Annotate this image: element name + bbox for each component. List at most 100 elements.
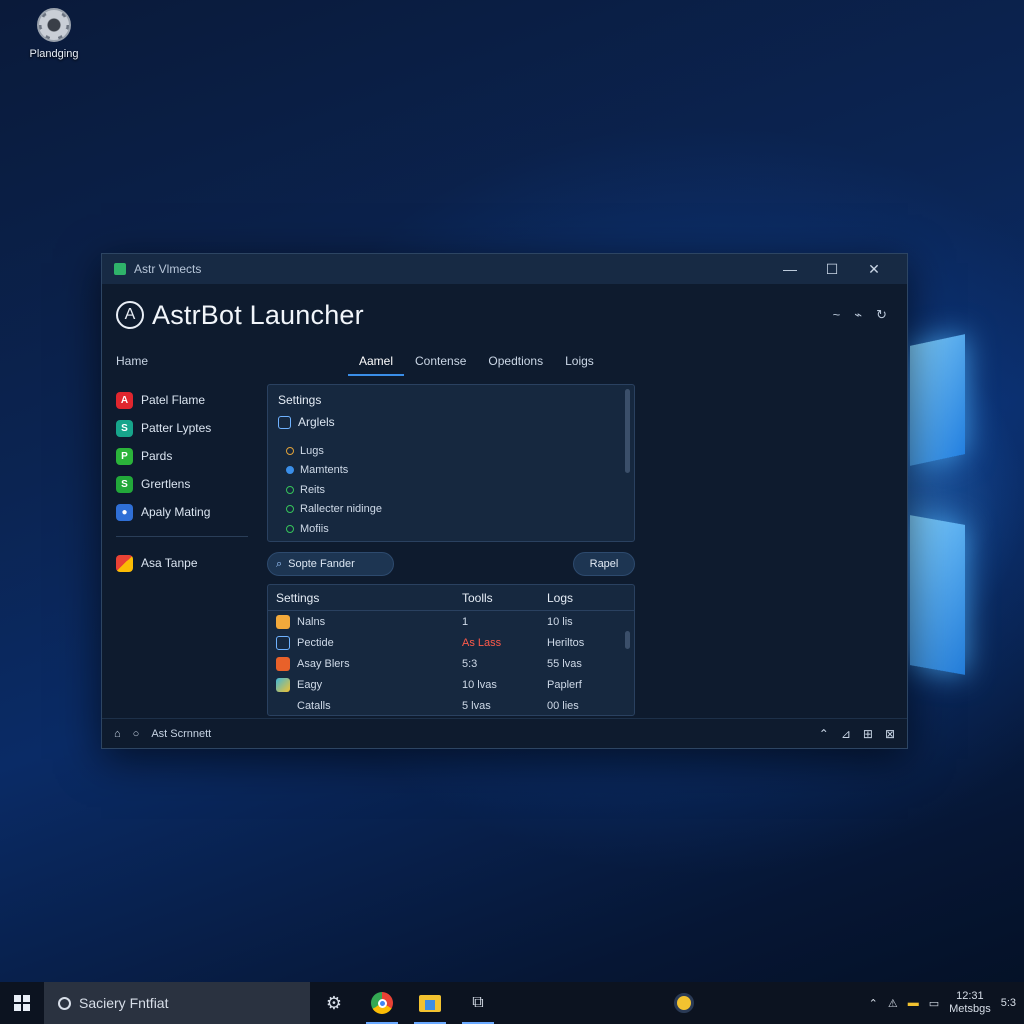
settings-item-label: Reits [300,483,326,496]
status-dot-icon [286,505,294,514]
row-tools: 10 lvas [462,678,497,691]
table-row[interactable]: Eagy 10 lvas Paplerf [268,674,634,695]
desktop-shortcut-label: Plandging [29,48,79,60]
settings-item-label: Rallecter nidinge [300,503,382,516]
tab-loigs[interactable]: Loigs [554,346,605,376]
sidebar-item-label: Patter Lyptes [141,421,212,435]
refresh-icon[interactable]: ↻ [876,307,887,323]
settings-section[interactable]: Arglels [278,415,624,429]
column-header[interactable]: Toolls [462,591,547,605]
sidebar-item-5[interactable]: ● Apaly Mating [116,498,248,526]
signal-icon[interactable]: ⊿ [841,727,851,741]
taskbar-chrome[interactable] [358,982,406,1024]
clock-date: Metsbgs [949,1003,991,1015]
status-dot-icon [286,485,294,494]
search-icon: ⌕ [276,557,283,570]
app-header: A AstrBot Launcher ~ ⌁ ↻ [102,284,907,346]
row-name: Catalls [297,699,331,712]
tray-extra[interactable]: 5:3 [1001,997,1016,1009]
sidebar-item-4[interactable]: S Grertlens [116,470,248,498]
tab-contense[interactable]: Contense [404,346,477,376]
column-header[interactable]: Logs [547,591,627,605]
chevron-up-icon[interactable]: ⌃ [819,727,829,741]
sidebar-item-2[interactable]: S Patter Lyptes [116,414,248,442]
search-label: Sopte Fander [288,558,355,570]
table-row[interactable]: Pectide As Lass Heriltos [268,632,634,653]
table-scrollbar[interactable] [625,631,630,649]
row-tools: 1 [462,615,469,628]
tab-aamel[interactable]: Aamel [348,346,405,376]
close-button[interactable]: ✕ [853,261,895,278]
settings-item[interactable]: Reits [278,480,624,500]
sidebar-item-1[interactable]: A Patel Flame [116,386,248,414]
settings-item[interactable]: Lugs [278,441,624,461]
settings-item[interactable]: Mamtents [278,461,624,481]
row-logs: 00 lies [547,699,579,712]
sidebar-divider [116,536,248,537]
warning-icon[interactable]: ⚠ [888,997,898,1010]
reset-button[interactable]: Rapel [573,552,635,576]
row-tools: 5:3 [462,657,478,670]
data-table: Settings Toolls Logs Nalns 1 10 lis Pect… [267,584,635,716]
battery-icon[interactable]: ▬ [908,997,919,1009]
settings-item-label: Lugs [300,444,324,457]
table-row[interactable]: Asay Blers 5:3 55 lvas [268,653,634,674]
blue-app-icon: ● [116,503,133,521]
table-row[interactable]: Nalns 1 10 lis [268,611,634,632]
settings-item[interactable]: Mofiis [278,519,624,539]
sidebar-home[interactable]: Hame [116,354,248,368]
settings-section-label: Arglels [298,415,335,429]
status-bar: ⌂ ○ Ast Scrnnett ⌃ ⊿ ⊞ ⊠ [102,718,907,748]
app-title: AstrBot Launcher [152,299,364,330]
taskbar-pinned-app[interactable] [660,982,708,1024]
search-button[interactable]: ⌕ Sopte Fander [267,552,394,576]
chevron-up-icon[interactable]: ⌃ [869,997,878,1010]
start-button[interactable] [0,982,44,1024]
settings-section-icon [278,415,291,429]
sidebar-item-label: Pards [141,449,173,463]
tab-opedtions[interactable]: Opedtions [477,346,554,376]
settings-item-label: Mamtents [300,464,349,477]
header-minimize-icon[interactable]: ~ [833,307,841,323]
settings-grid-icon[interactable]: ⊠ [885,727,895,741]
taskbar-file-explorer[interactable] [406,982,454,1024]
multicolor-app-icon [116,554,133,572]
row-name: Eagy [297,678,323,691]
maximize-button[interactable]: ☐ [811,261,853,278]
row-app-icon [276,635,290,650]
taskbar-settings[interactable]: ⚙ [310,982,358,1024]
circle-icon[interactable]: ○ [133,728,140,740]
row-logs: 10 lis [547,615,573,628]
desktop-shortcut[interactable]: Plandging [26,8,82,60]
system-tray: ⌃ ⚠ ▬ ▭ 12:31 Metsbgs 5:3 [869,982,1016,1024]
gear-icon [37,8,71,42]
settings-item[interactable]: Rallecter nidinge [278,500,624,520]
sidebar-item-3[interactable]: P Pards [116,442,248,470]
network-icon[interactable]: ▭ [929,997,939,1010]
sidebar-item-label: Apaly Mating [141,505,211,519]
sidebar-item-label: Asa Tanpe [141,556,198,570]
settings-panel: Settings Arglels Lugs Mamtents Reits Ral… [267,384,635,542]
header-link-icon[interactable]: ⌁ [854,307,862,323]
table-header: Settings Toolls Logs [268,585,634,611]
tab-bar: Aamel Contense Opedtions Loigs [348,346,605,376]
home-icon[interactable]: ⌂ [114,728,121,740]
row-app-icon [276,656,290,671]
settings-item-label: Mofiis [300,522,329,535]
red-app-icon: A [116,391,133,409]
row-tools: 5 lvas [462,699,491,712]
settings-scrollbar[interactable] [625,389,630,473]
taskbar-app[interactable]: ⧉ [454,982,502,1024]
sidebar-item-label: Grertlens [141,477,191,491]
table-row[interactable]: Catalls 5 lvas 00 lies [268,695,634,716]
taskbar: Saciery Fntfiat ⚙ ⧉ ⌃ ⚠ ▬ ▭ 12:31 Metsbg… [0,982,1024,1024]
sidebar-item-extra[interactable]: Asa Tanpe [116,549,248,577]
window-titlebar[interactable]: Astr Vlmects — ☐ ✕ [102,254,907,284]
clock[interactable]: 12:31 Metsbgs [949,990,991,1016]
green-app-icon: P [116,447,133,465]
grid-icon[interactable]: ⊞ [863,727,873,741]
taskbar-search[interactable]: Saciery Fntfiat [44,982,310,1024]
minimize-button[interactable]: — [769,261,811,278]
column-header[interactable]: Settings [268,591,462,605]
taskbar-search-placeholder: Saciery Fntfiat [79,995,169,1011]
